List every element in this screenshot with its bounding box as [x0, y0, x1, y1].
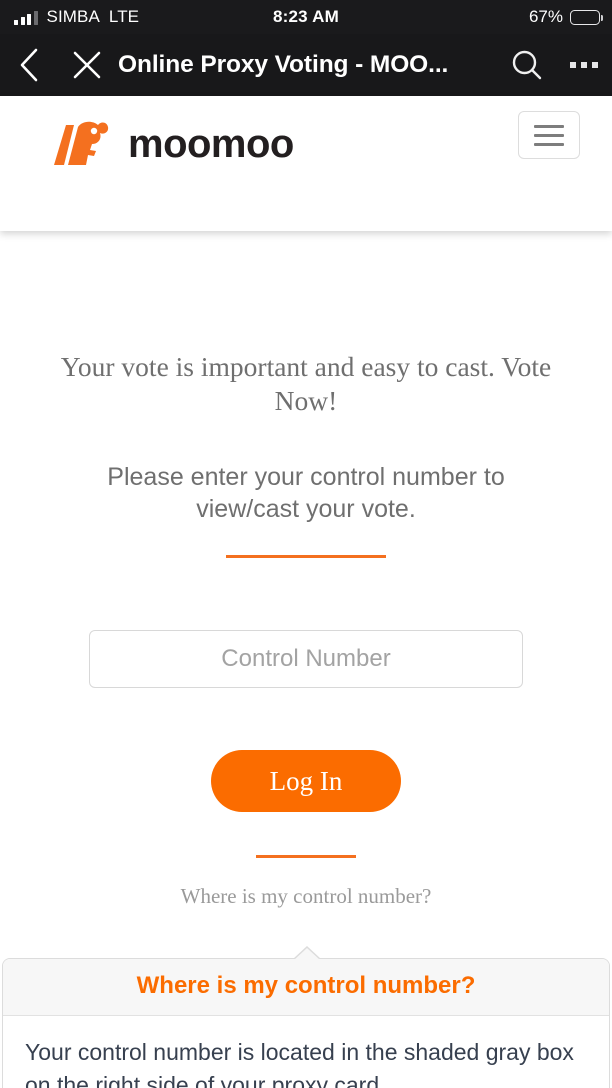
headline-text: Your vote is important and easy to cast.…: [60, 351, 552, 416]
hamburger-menu-button[interactable]: [518, 111, 580, 159]
control-number-input[interactable]: [89, 630, 523, 689]
login-button-row: Log In: [0, 750, 612, 813]
where-is-my-control-number-link[interactable]: Where is my control number?: [0, 884, 612, 909]
control-number-help-popover: Where is my control number? Your control…: [2, 946, 610, 1088]
battery-icon: [570, 9, 603, 25]
brand-logo[interactable]: moomoo: [44, 117, 294, 171]
popover-body-text: Your control number is located in the sh…: [25, 1039, 574, 1088]
status-bar: SIMBA LTE 8:23 AM 67%: [0, 0, 612, 34]
app-screen: SIMBA LTE 8:23 AM 67% Online Proxy Votin…: [0, 0, 612, 1088]
brand-logo-text: moomoo: [128, 122, 294, 166]
search-icon: [512, 50, 542, 80]
divider-bottom: [256, 855, 356, 859]
hamburger-menu-icon: [534, 124, 564, 128]
search-button[interactable]: [498, 34, 556, 96]
status-bar-clock: 8:23 AM: [273, 7, 339, 26]
popover-title: Where is my control number?: [3, 959, 609, 1016]
login-button[interactable]: Log In: [211, 750, 401, 813]
bull-head-icon: [54, 121, 109, 165]
browser-nav-bar: Online Proxy Voting - MOO...: [0, 34, 612, 96]
back-button[interactable]: [0, 34, 58, 96]
more-options-icon: [570, 62, 598, 68]
divider-top: [226, 555, 386, 559]
battery-percent-label: 67%: [528, 7, 563, 26]
close-icon: [73, 51, 101, 79]
more-options-button[interactable]: [556, 34, 612, 96]
instruction-text: Please enter your control number to view…: [107, 463, 505, 524]
status-bar-right: 67%: [528, 0, 603, 34]
control-number-field-row: [0, 630, 612, 689]
site-header: moomoo: [0, 96, 612, 231]
close-button[interactable]: [58, 34, 116, 96]
page-title: Online Proxy Voting - MOO...: [118, 51, 449, 78]
popover-arrow-icon: [294, 948, 320, 960]
chevron-left-icon: [20, 48, 38, 82]
